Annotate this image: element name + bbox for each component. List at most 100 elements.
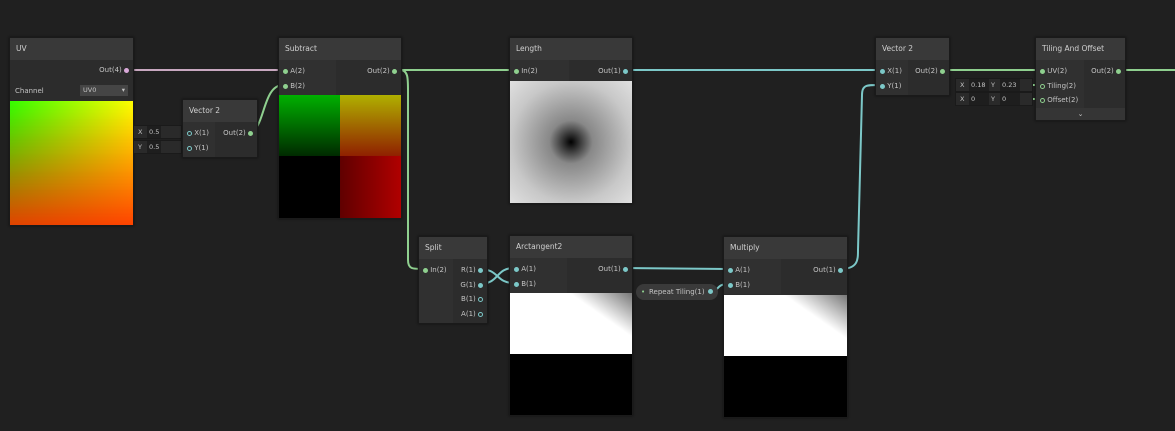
field-value[interactable]: 0.18 bbox=[969, 79, 989, 91]
field-tiling[interactable]: X 0.18 Y 0.23 bbox=[955, 78, 1033, 92]
port-out[interactable]: Out(4) bbox=[99, 66, 129, 74]
label: Y(1) bbox=[194, 144, 209, 152]
node-arctangent2[interactable]: Arctangent2 A(1) B(1) Out(1) bbox=[509, 235, 633, 416]
port-out[interactable]: Out(2) bbox=[915, 67, 945, 75]
property-repeat-tiling[interactable]: • Repeat Tiling(1) bbox=[636, 284, 718, 300]
label: B(2) bbox=[290, 82, 305, 90]
field-y[interactable]: Y 0.5 bbox=[133, 140, 182, 154]
port-dot-icon bbox=[514, 266, 519, 272]
port-dot-icon bbox=[623, 68, 628, 74]
port-dot-icon bbox=[880, 68, 885, 74]
port-in[interactable]: In(2) bbox=[514, 67, 538, 75]
port-offset[interactable]: Offset(2) bbox=[1040, 96, 1078, 104]
port-y[interactable]: Y(1) bbox=[880, 82, 901, 90]
label: Y bbox=[991, 81, 995, 89]
port-dot-icon bbox=[248, 130, 253, 136]
node-title: Subtract bbox=[279, 38, 401, 60]
port-a[interactable]: A(1) bbox=[461, 310, 483, 318]
port-out[interactable]: Out(2) bbox=[223, 129, 253, 137]
node-split[interactable]: Split In(2) R(1) G(1) B(1) A(1) bbox=[418, 236, 488, 324]
preview bbox=[10, 101, 133, 225]
port-dot-icon bbox=[478, 311, 483, 317]
port-label: Out(4) bbox=[99, 66, 122, 74]
label: Offset(2) bbox=[1047, 96, 1079, 104]
node-vector2-right[interactable]: Vector 2 X(1) Y(1) Out(2) bbox=[875, 37, 950, 96]
node-multiply[interactable]: Multiply A(1) B(1) Out(1) bbox=[723, 236, 848, 418]
label: Out(1) bbox=[598, 67, 621, 75]
port-x[interactable]: X(1) bbox=[187, 129, 209, 137]
field-offset[interactable]: X0Y0 bbox=[955, 92, 1033, 106]
label: B(1) bbox=[521, 280, 536, 288]
node-length[interactable]: Length In(2) Out(1) bbox=[509, 37, 633, 204]
node-title: Split bbox=[419, 237, 487, 259]
chevron-down-icon: ▾ bbox=[121, 86, 125, 94]
label: In(2) bbox=[521, 67, 538, 75]
port-dot-icon bbox=[514, 68, 519, 74]
field-label: Y bbox=[138, 143, 142, 151]
port-dot-icon bbox=[940, 68, 945, 74]
wire-atan-multiply bbox=[624, 267, 729, 270]
label: G(1) bbox=[460, 281, 476, 289]
port-dot-icon bbox=[708, 289, 713, 294]
port-dot-icon bbox=[283, 83, 288, 89]
port-a[interactable]: A(1) bbox=[514, 265, 536, 273]
port-dot-icon bbox=[187, 145, 192, 151]
port-dot-icon bbox=[478, 282, 483, 288]
port-out[interactable]: Out(1) bbox=[813, 266, 843, 274]
field-value[interactable]: 0.5 bbox=[147, 126, 162, 138]
label: Y bbox=[991, 95, 995, 103]
port-dot-icon bbox=[423, 267, 428, 273]
port-uv[interactable]: UV(2) bbox=[1040, 67, 1067, 75]
port-b[interactable]: B(2) bbox=[283, 82, 305, 90]
port-tiling[interactable]: Tiling(2) bbox=[1040, 82, 1076, 90]
port-x[interactable]: X(1) bbox=[880, 67, 902, 75]
field-value[interactable]: 0 bbox=[1000, 93, 1020, 105]
port-b[interactable]: B(1) bbox=[514, 280, 536, 288]
label: Y(1) bbox=[887, 82, 902, 90]
port-out[interactable]: Out(2) bbox=[1091, 67, 1121, 75]
node-vector2-left[interactable]: Vector 2 X(1) Y(1) Out(2) bbox=[182, 99, 258, 158]
port-dot-icon bbox=[283, 68, 288, 74]
port-out[interactable]: Out(1) bbox=[598, 265, 628, 273]
port-dot-icon bbox=[124, 67, 129, 73]
label: Out(2) bbox=[223, 129, 246, 137]
port-in[interactable]: In(2) bbox=[423, 266, 447, 274]
preview bbox=[510, 81, 632, 203]
port-out[interactable]: Out(1) bbox=[598, 67, 628, 75]
node-title: UV bbox=[10, 38, 133, 60]
label: X bbox=[960, 81, 965, 89]
port-dot-icon bbox=[478, 267, 483, 273]
port-a[interactable]: A(1) bbox=[728, 266, 750, 274]
port-dot-icon bbox=[623, 266, 628, 272]
label: A(1) bbox=[735, 266, 750, 274]
node-subtract[interactable]: Subtract A(2) B(2) Out(2) bbox=[278, 37, 402, 219]
channel-dropdown[interactable]: UV0 ▾ bbox=[80, 85, 128, 96]
port-r[interactable]: R(1) bbox=[461, 266, 483, 274]
port-dot-icon bbox=[478, 296, 483, 302]
node-title: Vector 2 bbox=[183, 100, 257, 122]
expand-chevron-icon[interactable]: ⌄ bbox=[1036, 108, 1125, 120]
node-tiling-and-offset[interactable]: Tiling And Offset UV(2) Tiling(2) Offset… bbox=[1035, 37, 1126, 121]
field-value[interactable]: 0.5 bbox=[147, 141, 162, 153]
label: A(2) bbox=[290, 67, 305, 75]
label: R(1) bbox=[460, 266, 476, 274]
port-b[interactable]: B(1) bbox=[461, 295, 483, 303]
port-g[interactable]: G(1) bbox=[460, 281, 483, 289]
node-uv[interactable]: UV Out(4) Channel UV0 ▾ bbox=[9, 37, 134, 226]
preview bbox=[279, 95, 401, 218]
port-dot-icon bbox=[1116, 68, 1121, 74]
port-out[interactable]: Out(2) bbox=[367, 67, 397, 75]
field-value[interactable]: 0 bbox=[969, 93, 989, 105]
preview bbox=[724, 295, 847, 417]
label: Out(1) bbox=[598, 265, 621, 273]
port-dot-icon bbox=[728, 267, 733, 273]
port-dot-icon bbox=[1040, 68, 1045, 74]
field-label: X bbox=[138, 128, 143, 136]
label: Out(2) bbox=[1091, 67, 1114, 75]
port-a[interactable]: A(2) bbox=[283, 67, 305, 75]
port-y[interactable]: Y(1) bbox=[187, 144, 208, 152]
field-x[interactable]: X 0.5 bbox=[133, 125, 182, 139]
label: Out(2) bbox=[915, 67, 938, 75]
field-value[interactable]: 0.23 bbox=[1000, 79, 1020, 91]
port-b[interactable]: B(1) bbox=[728, 281, 750, 289]
